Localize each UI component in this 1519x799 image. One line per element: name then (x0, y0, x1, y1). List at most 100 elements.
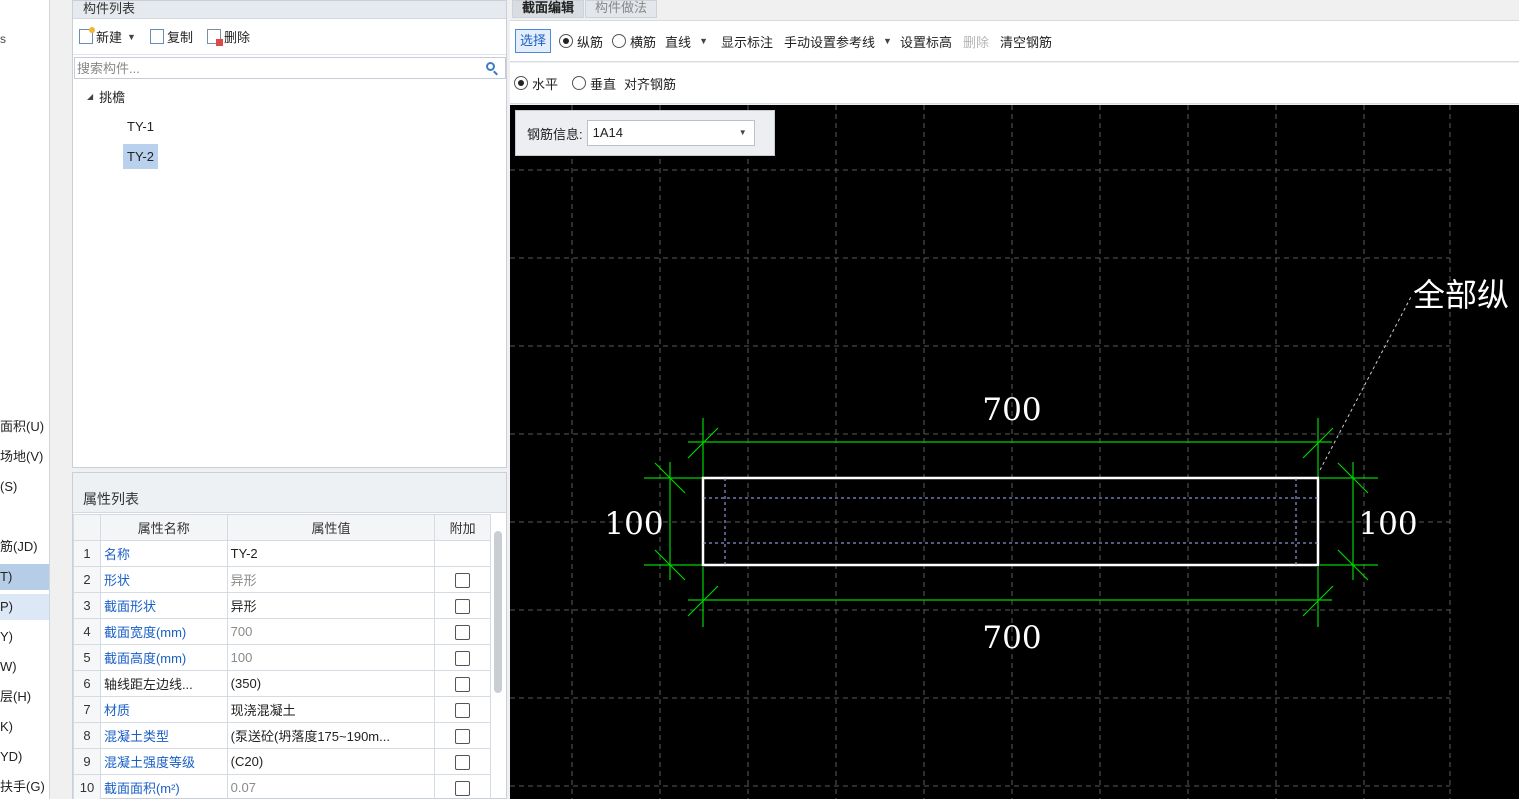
align-rebar-button[interactable]: 对齐钢筋 (624, 74, 676, 93)
dim-bottom-text: 700 (982, 620, 1041, 656)
property-value[interactable]: (C20) (226, 748, 436, 775)
table-row[interactable]: 10 截面面积(m²) 0.07 (73, 774, 491, 799)
extra-checkbox[interactable] (455, 572, 471, 588)
extra-checkbox[interactable] (455, 598, 471, 614)
nav-item-jd[interactable]: 筋(JD) (0, 534, 49, 560)
nav-item-t[interactable]: T) (0, 564, 49, 590)
table-row[interactable]: 1 名称 TY-2 (73, 540, 491, 567)
manual-ref-line-button[interactable]: 手动设置参考线 (784, 32, 875, 51)
show-annotation-button[interactable]: 显示标注 (721, 32, 773, 51)
chevron-down-icon[interactable]: ▼ (739, 121, 747, 145)
radio-longitudinal-label: 纵筋 (577, 34, 604, 50)
extra-cell (434, 592, 491, 619)
extra-cell (434, 566, 491, 593)
rebar-info-select[interactable]: 1A14 ▼ (586, 120, 755, 146)
row-number: 2 (73, 566, 101, 593)
extra-checkbox[interactable] (455, 624, 471, 640)
copy-button[interactable]: 复制 (149, 27, 193, 46)
property-name: 混凝土强度等级 (99, 748, 228, 775)
component-toolbar: 新建 ▼ 复制 删除 (73, 19, 506, 55)
search-input[interactable] (75, 58, 505, 78)
tree-root-canopy[interactable]: ◢ 挑檐 (87, 87, 125, 106)
property-name: 截面宽度(mm) (99, 618, 228, 645)
property-name: 材质 (99, 696, 228, 723)
tree-item-ty-2[interactable]: TY-2 (123, 144, 158, 169)
table-row[interactable]: 3 截面形状 异形 (73, 592, 491, 619)
tree-item-ty-1[interactable]: TY-1 (123, 114, 158, 139)
extra-checkbox[interactable] (455, 702, 471, 718)
nav-item-s[interactable]: (S) (0, 474, 49, 500)
section-drawing-canvas[interactable]: 700 700 100 100 全部纵 钢筋信息: 1A14 ▼ (510, 105, 1519, 799)
property-value[interactable]: 异形 (226, 566, 436, 593)
radio-dot-icon (514, 76, 528, 90)
radio-horizontal[interactable]: 水平 (514, 74, 558, 93)
col-extra-header: 附加 (434, 514, 491, 541)
chevron-down-icon[interactable]: ▼ (699, 36, 708, 46)
left-nav-strip: s 面积(U) 场地(V) (S) 筋(JD) T) P) Y) W) 层(H)… (0, 0, 50, 799)
radio-dot-icon (559, 34, 574, 48)
property-list-panel: 属性列表 属性名称 属性值 附加 1 名称 TY-2 2 形状 异形 3 截面形… (72, 472, 507, 799)
radio-dot-icon (572, 76, 587, 90)
radio-vertical[interactable]: 垂直 (572, 74, 616, 93)
property-name: 混凝土类型 (99, 722, 228, 749)
property-scrollbar[interactable] (494, 531, 502, 693)
collapse-triangle-icon[interactable]: ◢ (87, 92, 93, 101)
table-row[interactable]: 6 轴线距左边线... (350) (73, 670, 491, 697)
component-list-title: 构件列表 (73, 1, 506, 19)
select-button[interactable]: 选择 (515, 29, 552, 53)
extra-checkbox[interactable] (455, 728, 471, 744)
table-row[interactable]: 9 混凝土强度等级 (C20) (73, 748, 491, 775)
new-button-label: 新建 (96, 30, 123, 45)
dim-right-text: 100 (1358, 506, 1417, 542)
nav-item-w[interactable]: W) (0, 654, 49, 680)
property-value[interactable]: (350) (226, 670, 436, 697)
table-row[interactable]: 2 形状 异形 (73, 566, 491, 593)
property-list-title: 属性列表 (73, 473, 506, 513)
chevron-down-icon[interactable]: ▼ (127, 32, 136, 42)
property-name: 名称 (99, 540, 228, 567)
property-value[interactable]: 现浇混凝土 (226, 696, 436, 723)
extra-cell (434, 696, 491, 723)
nav-item-h[interactable]: 层(H) (0, 684, 49, 710)
nav-item-k[interactable]: K) (0, 714, 49, 740)
table-row[interactable]: 5 截面高度(mm) 100 (73, 644, 491, 671)
delete-button[interactable]: 删除 (206, 27, 250, 46)
nav-item-p[interactable]: P) (0, 594, 49, 620)
table-row[interactable]: 8 混凝土类型 (泵送砼(坍落度175~190m... (73, 722, 491, 749)
table-row[interactable]: 7 材质 现浇混凝土 (73, 696, 491, 723)
extra-checkbox[interactable] (455, 676, 471, 692)
table-row[interactable]: 4 截面宽度(mm) 700 (73, 618, 491, 645)
delete-rebar-button[interactable]: 删除 (963, 32, 989, 51)
clear-rebar-button[interactable]: 清空钢筋 (1000, 32, 1052, 51)
extra-checkbox[interactable] (455, 754, 471, 770)
nav-item-yd[interactable]: YD) (0, 744, 49, 770)
component-list-panel: 构件列表 新建 ▼ 复制 删除 ◢ 挑檐 TY-1 TY-2 (72, 0, 507, 468)
tab-section-edit[interactable]: 截面编辑 (512, 0, 585, 18)
col-name-header: 属性名称 (99, 514, 228, 541)
search-icon[interactable] (486, 62, 495, 71)
extra-checkbox[interactable] (455, 780, 471, 796)
nav-item-site[interactable]: 场地(V) (0, 444, 49, 470)
property-value[interactable]: TY-2 (226, 540, 436, 567)
editor-tabs: 截面编辑 构件做法 (512, 0, 658, 18)
property-value[interactable]: 0.07 (226, 774, 436, 799)
straight-line-dropdown[interactable]: 直线 (665, 32, 691, 51)
set-elevation-button[interactable]: 设置标高 (900, 32, 952, 51)
radio-longitudinal[interactable]: 纵筋 (559, 32, 603, 51)
property-value[interactable]: (泵送砼(坍落度175~190m... (226, 722, 436, 749)
tree-root-label: 挑檐 (99, 90, 126, 105)
extra-cell (434, 722, 491, 749)
property-value[interactable]: 异形 (226, 592, 436, 619)
alignment-toolbar: 水平 垂直 对齐钢筋 (510, 63, 1519, 104)
nav-item-g[interactable]: 扶手(G) (0, 774, 49, 799)
new-button[interactable]: 新建 ▼ (79, 27, 136, 46)
tab-component-method[interactable]: 构件做法 (585, 0, 658, 18)
nav-item-y[interactable]: Y) (0, 624, 49, 650)
property-value[interactable]: 700 (226, 618, 436, 645)
chevron-down-icon[interactable]: ▼ (883, 36, 892, 46)
extra-checkbox[interactable] (455, 650, 471, 666)
property-value[interactable]: 100 (226, 644, 436, 671)
row-number: 8 (73, 722, 101, 749)
nav-item-area[interactable]: 面积(U) (0, 414, 49, 440)
radio-transverse[interactable]: 横筋 (612, 32, 656, 51)
